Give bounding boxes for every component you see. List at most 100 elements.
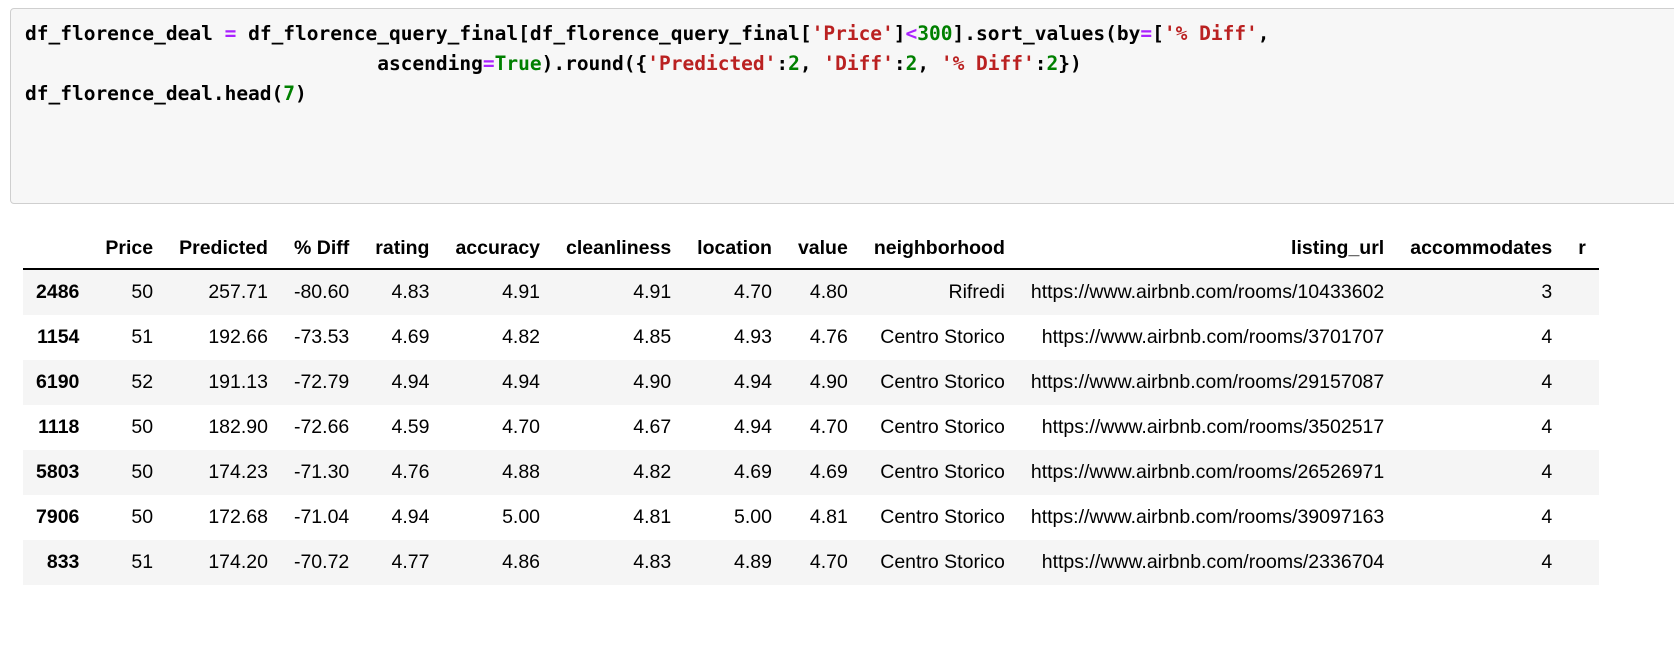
code-token-num: 300 — [917, 22, 953, 45]
cell-accuracy: 4.86 — [502, 551, 541, 573]
cell-listing-url: https://www.airbnb.com/rooms/39097163 — [1030, 506, 1385, 528]
cell-value: 4.90 — [809, 371, 848, 393]
cell-accommodates: 4 — [1541, 551, 1553, 573]
cell-value: 4.70 — [809, 551, 848, 573]
cell-price: 51 — [131, 326, 154, 348]
cell-accuracy: 4.70 — [502, 416, 541, 438]
cell-listing-url: https://www.airbnb.com/rooms/26526971 — [1030, 461, 1385, 483]
cell-neighborhood: Centro Storico — [880, 506, 1005, 528]
cell-rating: 4.94 — [391, 506, 430, 528]
column-header-value: value — [784, 232, 861, 270]
cell-rating: 4.69 — [391, 326, 430, 348]
dataframe-table: Price Predicted% Diff rating accuracy cleanl… — [23, 232, 1599, 585]
code-token-str: 'Predicted' — [647, 52, 777, 75]
column-header-price: Price — [92, 232, 167, 270]
code-cell[interactable]: df_florence_deal = df_florence_query_fin… — [10, 8, 1674, 204]
cell-diff: -73.53 — [293, 326, 350, 348]
code-token-str: 'Diff' — [823, 52, 894, 75]
code-token-plain: : — [776, 52, 789, 75]
cell-predicted: 174.20 — [208, 551, 268, 573]
cell-accommodates: 4 — [1541, 506, 1553, 528]
cell-cleanliness: 4.82 — [633, 461, 672, 483]
cell-truncated — [1565, 450, 1599, 495]
row-index-cell: 2486 — [36, 281, 80, 303]
cell-truncated — [1565, 495, 1599, 540]
cell-neighborhood: Centro Storico — [880, 416, 1005, 438]
table-row: 2486 50 257.71 -80.60 4.83 4.91 4.91 4.70 4.80 Ri… — [23, 269, 1599, 315]
cell-diff: -71.30 — [293, 461, 350, 483]
cell-accommodates: 4 — [1541, 416, 1553, 438]
column-header-location: location — [684, 232, 785, 270]
cell-predicted: 191.13 — [208, 371, 268, 393]
code-token-plain: df_florence_query_final[df_florence_quer… — [236, 22, 812, 45]
column-header-index — [23, 232, 93, 270]
cell-rating: 4.94 — [391, 371, 430, 393]
cell-accuracy: 4.82 — [502, 326, 541, 348]
table-header-row: Price Predicted% Diff rating accuracy cleanl… — [23, 232, 1599, 270]
cell-cleanliness: 4.91 — [633, 281, 672, 303]
code-token-op: = — [224, 22, 237, 45]
code-token-plain: : — [1034, 52, 1047, 75]
cell-price: 52 — [131, 371, 154, 393]
cell-truncated — [1565, 360, 1599, 405]
code-editor-text[interactable]: df_florence_deal = df_florence_query_fin… — [25, 19, 1674, 109]
table-header: Price Predicted% Diff rating accuracy cleanl… — [23, 232, 1599, 270]
cell-value: 4.81 — [809, 506, 848, 528]
cell-accuracy: 4.91 — [502, 281, 541, 303]
cell-value: 4.69 — [809, 461, 848, 483]
code-token-plain: df_florence_deal — [25, 22, 225, 45]
code-token-plain: , — [1257, 22, 1270, 45]
cell-value: 4.76 — [809, 326, 848, 348]
cell-value: 4.70 — [809, 416, 848, 438]
code-token-kw: True — [494, 52, 542, 75]
cell-predicted: 174.23 — [208, 461, 268, 483]
dataframe-output: Price Predicted% Diff rating accuracy cleanl… — [0, 232, 1674, 670]
column-header-accuracy: accuracy — [442, 232, 554, 270]
cell-price: 50 — [131, 461, 154, 483]
code-token-plain: ] — [893, 22, 906, 45]
cell-rating: 4.59 — [391, 416, 430, 438]
cell-location: 4.70 — [733, 281, 772, 303]
cell-price: 50 — [131, 281, 154, 303]
row-index-cell: 1118 — [38, 416, 80, 438]
code-token-num: 2 — [905, 52, 918, 75]
code-token-op: < — [905, 22, 918, 45]
table-row: 1118 50 182.90 -72.66 4.59 4.70 4.67 4.94 4.70 Ce… — [23, 405, 1599, 450]
cell-diff: -72.66 — [293, 416, 350, 438]
cell-listing-url: https://www.airbnb.com/rooms/10433602 — [1030, 281, 1385, 303]
code-token-plain: ) — [295, 82, 307, 105]
code-token-num: 2 — [1046, 52, 1059, 75]
column-header-diff: % Diff — [280, 232, 363, 270]
column-header-listing-url: listing_url — [1017, 232, 1398, 270]
table-row: 1154 51 192.66 -73.53 4.69 4.82 4.85 4.93 4.76 Ce… — [23, 315, 1599, 360]
column-header-rating: rating — [362, 232, 443, 270]
cell-predicted: 182.90 — [208, 416, 268, 438]
row-index-cell: 7906 — [36, 506, 80, 528]
cell-predicted: 257.71 — [208, 281, 268, 303]
table-row: 833 51 174.20 -70.72 4.77 4.86 4.83 4.89 4.70 Cen… — [23, 540, 1599, 585]
code-token-plain: }) — [1058, 52, 1082, 75]
cell-rating: 4.83 — [391, 281, 430, 303]
cell-diff: -70.72 — [293, 551, 350, 573]
cell-diff: -71.04 — [293, 506, 350, 528]
cell-accommodates: 4 — [1541, 371, 1553, 393]
code-token-str: '% Diff' — [940, 52, 1035, 75]
cell-accommodates: 4 — [1541, 461, 1553, 483]
cell-listing-url: https://www.airbnb.com/rooms/3502517 — [1041, 416, 1385, 438]
code-token-op: = — [482, 52, 495, 75]
cell-truncated — [1565, 315, 1599, 360]
row-index-cell: 1154 — [37, 326, 80, 348]
cell-location: 4.89 — [733, 551, 772, 573]
cell-location: 4.93 — [733, 326, 772, 348]
cell-value: 4.80 — [809, 281, 848, 303]
row-index-cell: 5803 — [36, 461, 80, 483]
cell-listing-url: https://www.airbnb.com/rooms/3701707 — [1041, 326, 1385, 348]
table-row: 7906 50 172.68 -71.04 4.94 5.00 4.81 5.00 4.81 Ce… — [23, 495, 1599, 540]
code-token-plain: : — [893, 52, 906, 75]
cell-neighborhood: Rifredi — [948, 281, 1005, 303]
column-header-neighborhood: neighborhood — [860, 232, 1018, 270]
cell-truncated — [1565, 540, 1599, 585]
cell-neighborhood: Centro Storico — [880, 371, 1005, 393]
cell-location: 4.94 — [733, 416, 772, 438]
cell-neighborhood: Centro Storico — [880, 551, 1005, 573]
